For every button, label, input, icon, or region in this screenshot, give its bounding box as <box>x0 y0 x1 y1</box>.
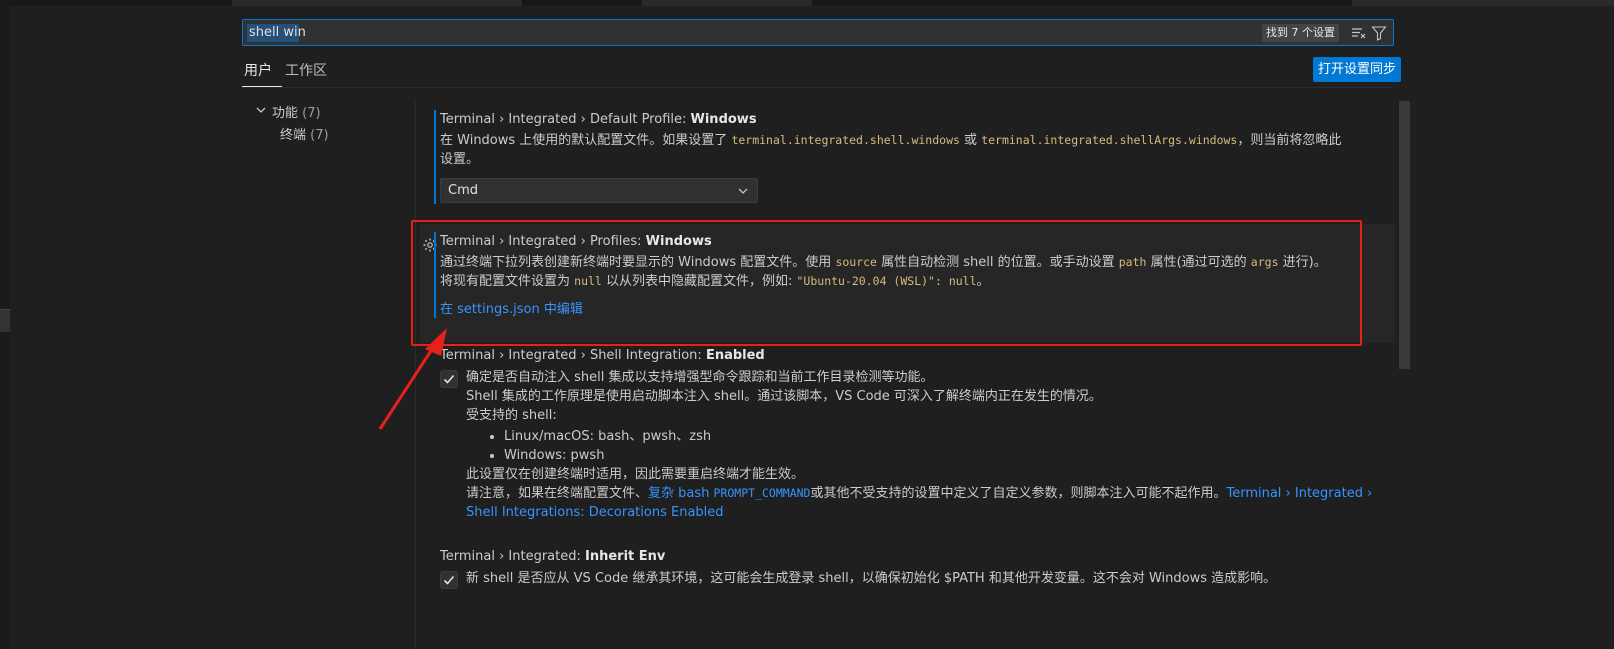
chevron-down-icon[interactable] <box>255 104 267 116</box>
setting-title-prefix: Terminal › Integrated › Default Profile: <box>440 112 691 127</box>
toc-group-label: 功能 <box>272 106 299 121</box>
check-icon <box>443 575 455 585</box>
tab-workspace[interactable]: 工作区 <box>285 60 327 80</box>
decorations-setting-link[interactable]: Terminal › Integrated › <box>1226 486 1372 501</box>
toc-item-count: (7) <box>310 128 329 143</box>
desc-text: 在 Windows 上使用的默认配置文件。如果设置了 <box>440 133 732 148</box>
check-icon <box>443 374 455 384</box>
modified-indicator <box>434 110 436 204</box>
desc-line: 受支持的 shell: <box>466 408 557 423</box>
desc-line: Shell Integrations: Decorations Enabled <box>466 503 1386 522</box>
prompt-command-link[interactable]: PROMPT_COMMAND <box>714 486 811 500</box>
setting-title: Terminal › Integrated › Shell Integratio… <box>440 348 1395 363</box>
setting-description: 在 Windows 上使用的默认配置文件。如果设置了 terminal.inte… <box>440 131 1350 169</box>
list-item: Linux/macOS: bash、pwsh、zsh <box>504 427 1386 446</box>
setting-shell-integration-enabled: Terminal › Integrated › Shell Integratio… <box>440 348 1395 520</box>
default-profile-select[interactable]: Cmd <box>440 178 758 203</box>
desc-line: Shell 集成的工作原理是使用启动脚本注入 shell。通过该脚本，VS Co… <box>466 389 1102 404</box>
filter-icon[interactable] <box>1371 25 1387 41</box>
desc-code: terminal.integrated.shellArgs.windows <box>981 133 1238 147</box>
desc-code: terminal.integrated.shell.windows <box>731 133 960 147</box>
top-strip-tab <box>232 0 522 6</box>
tabs-divider <box>242 87 1394 88</box>
toc-group-features[interactable]: 功能 (7) <box>272 102 321 121</box>
toc-group-count: (7) <box>302 106 321 121</box>
search-result-count: 找到 7 个设置 <box>1262 24 1339 42</box>
top-strip <box>0 0 1614 6</box>
complex-bash-link[interactable]: 复杂 bash <box>648 486 709 501</box>
chevron-down-icon <box>738 188 748 194</box>
settings-search-box[interactable]: 找到 7 个设置 <box>242 19 1394 46</box>
left-edge-sash[interactable] <box>0 310 10 332</box>
setting-description: 新 shell 是否应从 VS Code 继承其环境，这可能会生成登录 shel… <box>466 571 1277 586</box>
settings-search-input[interactable] <box>249 22 1209 42</box>
setting-title: Terminal › Integrated › Default Profile:… <box>440 112 1395 127</box>
desc-line: 此设置仅在创建终端时适用，因此需要重启终端才能生效。 <box>466 467 805 482</box>
setting-inherit-env: Terminal › Integrated: Inherit Env 新 she… <box>440 549 1395 589</box>
toc-divider[interactable] <box>415 101 416 649</box>
setting-description: 确定是否自动注入 shell 集成以支持增强型命令跟踪和当前工作目录检测等功能。… <box>466 368 1386 522</box>
toc-item-terminal[interactable]: 终端 (7) <box>280 124 329 143</box>
desc-text: 请注意，如果在终端配置文件、 <box>466 486 649 501</box>
desc-text: 或其他不受支持的设置中定义了自定义参数，则脚本注入可能不起作用。 <box>810 486 1227 501</box>
setting-title-key: Enabled <box>705 348 765 363</box>
list-item: Windows: pwsh <box>504 446 1386 465</box>
setting-title: Terminal › Integrated: Inherit Env <box>440 549 1395 564</box>
annotation-highlight-box <box>411 220 1362 346</box>
setting-default-profile-windows: Terminal › Integrated › Default Profile:… <box>434 110 1395 204</box>
decorations-setting-link[interactable]: Shell Integrations: Decorations Enabled <box>466 505 724 520</box>
setting-title-prefix: Terminal › Integrated › Shell Integratio… <box>440 348 706 363</box>
tab-user[interactable]: 用户 <box>244 60 272 80</box>
supported-shell-list: Linux/macOS: bash、pwsh、zsh Windows: pwsh <box>466 427 1386 465</box>
left-edge-panel <box>0 0 10 649</box>
turn-on-settings-sync-button[interactable]: 打开设置同步 <box>1313 57 1402 82</box>
desc-line: 确定是否自动注入 shell 集成以支持增强型命令跟踪和当前工作目录检测等功能。 <box>466 370 934 385</box>
clear-filter-icon[interactable] <box>1351 25 1367 41</box>
top-strip-tab <box>642 0 812 6</box>
setting-title-key: Windows <box>690 112 757 127</box>
settings-scrollbar-thumb[interactable] <box>1399 101 1410 369</box>
shell-integration-checkbox[interactable] <box>440 370 458 388</box>
setting-title-prefix: Terminal › Integrated: <box>440 549 585 564</box>
toc-item-label: 终端 <box>280 128 307 143</box>
desc-line: 请注意，如果在终端配置文件、复杂 bash PROMPT_COMMAND或其他不… <box>466 484 1386 503</box>
top-strip-tab <box>1352 0 1614 6</box>
desc-text: 或 <box>959 133 982 148</box>
setting-title-key: Inherit Env <box>585 549 666 564</box>
inherit-env-checkbox[interactable] <box>440 571 458 589</box>
select-value: Cmd <box>448 183 478 198</box>
